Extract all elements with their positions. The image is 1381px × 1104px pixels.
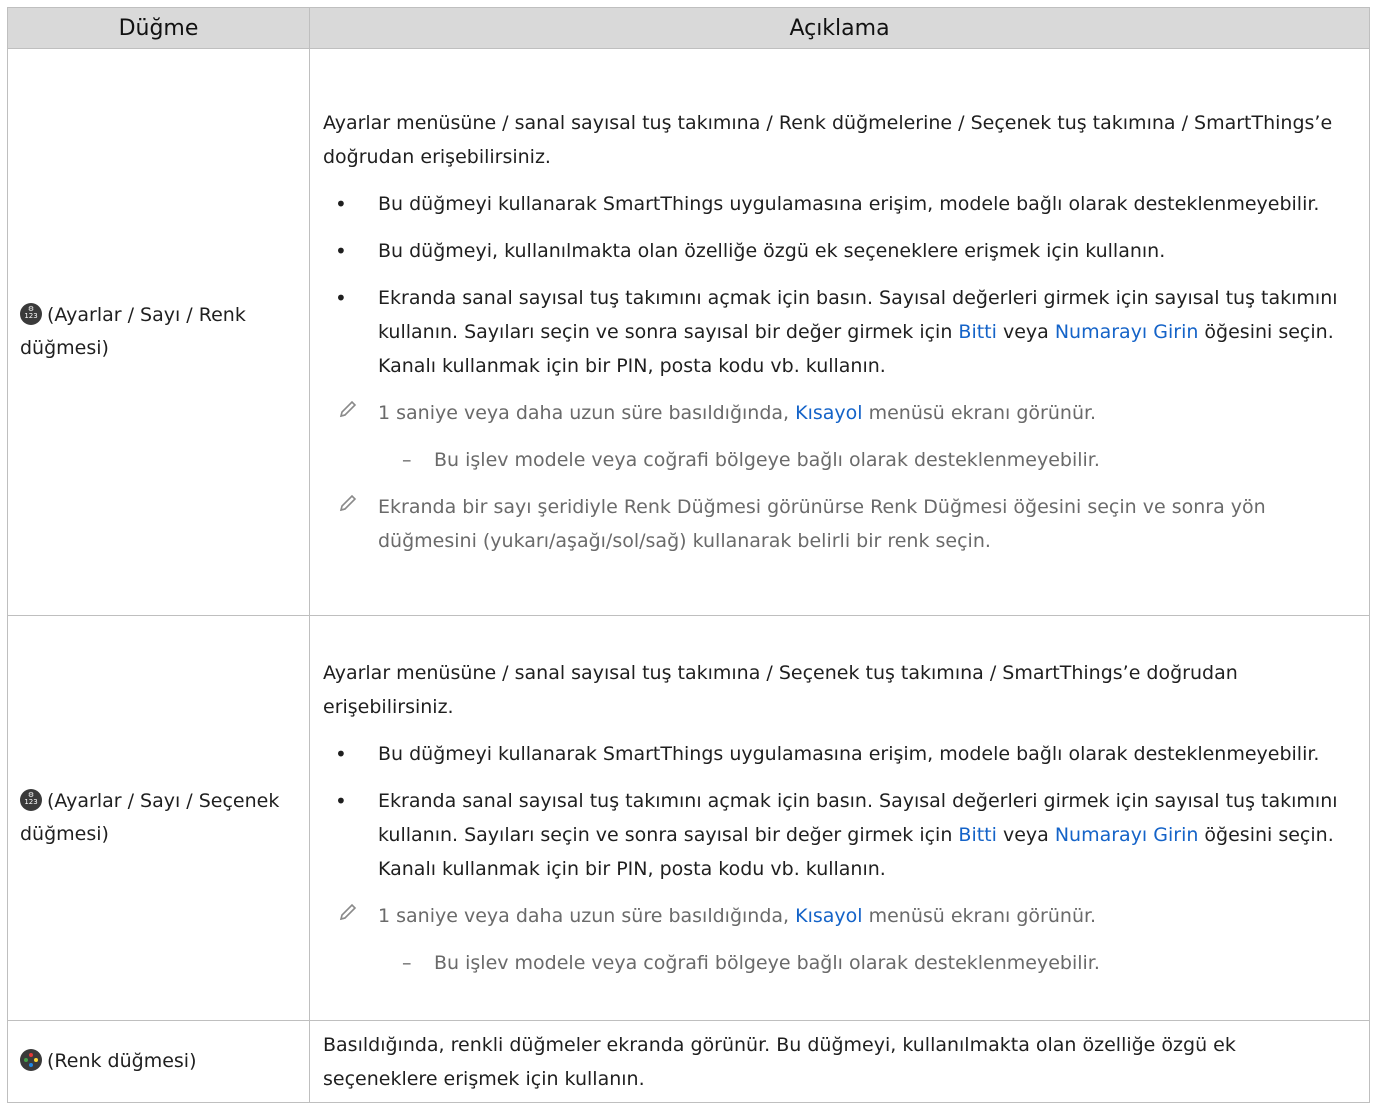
kisayol-link: Kısayol bbox=[795, 402, 863, 424]
table-row: ⚙ 123 (Ayarlar / Sayı / Seçenek düğmesi)… bbox=[7, 615, 1370, 1021]
note: 1 saniye veya daha uzun süre basıldığınd… bbox=[323, 396, 1355, 430]
table-header-row: Düğme Açıklama bbox=[7, 7, 1370, 49]
yellow-dot bbox=[34, 1058, 38, 1062]
description-lead: Basıldığında, renkli düğmeler ekranda gö… bbox=[323, 1033, 1236, 1090]
settings-number-color-icon: ⚙ 123 bbox=[20, 303, 42, 325]
dash-bullet: – bbox=[402, 952, 412, 974]
pencil-note-icon bbox=[339, 400, 357, 418]
note: 1 saniye veya daha uzun süre basıldığınd… bbox=[323, 899, 1355, 933]
sub-note: – Bu işlev modele veya coğrafi bölgeye b… bbox=[323, 443, 1355, 477]
dash-bullet: – bbox=[402, 449, 412, 471]
green-dot bbox=[24, 1058, 28, 1062]
bullet-item: Ekranda sanal sayısal tuş takımını açmak… bbox=[323, 281, 1355, 383]
description-cell: Ayarlar menüsüne / sanal sayısal tuş tak… bbox=[309, 615, 1370, 1021]
table-row: (Renk düğmesi) Basıldığında, renkli düğm… bbox=[7, 1020, 1370, 1103]
numarayi-girin-link: Numarayı Girin bbox=[1054, 321, 1199, 343]
pencil-note-icon bbox=[339, 494, 357, 512]
bullet-item: Bu düğmeyi kullanarak SmartThings uygula… bbox=[323, 737, 1355, 771]
header-button: Düğme bbox=[7, 7, 310, 49]
note: Ekranda bir sayı şeridiyle Renk Düğmesi … bbox=[323, 490, 1355, 558]
description-lead: Ayarlar menüsüne / sanal sayısal tuş tak… bbox=[323, 112, 1333, 168]
bitti-link: Bitti bbox=[958, 321, 997, 343]
table-row: ⚙ 123 (Ayarlar / Sayı / Renk düğmesi) Ay… bbox=[7, 48, 1370, 616]
kisayol-link: Kısayol bbox=[795, 905, 863, 927]
button-cell: ⚙ 123 (Ayarlar / Sayı / Seçenek düğmesi) bbox=[7, 615, 310, 1021]
sub-note: – Bu işlev modele veya coğrafi bölgeye b… bbox=[323, 946, 1355, 980]
button-cell: (Renk düğmesi) bbox=[7, 1020, 310, 1103]
bitti-link: Bitti bbox=[958, 824, 997, 846]
bullet-item: Bu düğmeyi kullanarak SmartThings uygula… bbox=[323, 187, 1355, 221]
header-description: Açıklama bbox=[309, 7, 1370, 49]
pencil-note-icon bbox=[339, 903, 357, 921]
blue-dot bbox=[29, 1063, 33, 1067]
description-lead: Ayarlar menüsüne / sanal sayısal tuş tak… bbox=[323, 662, 1238, 718]
description-cell: Basıldığında, renkli düğmeler ekranda gö… bbox=[309, 1020, 1370, 1103]
button-label: (Ayarlar / Sayı / Seçenek düğmesi) bbox=[20, 790, 280, 845]
color-button-icon bbox=[20, 1049, 42, 1071]
button-table: Düğme Açıklama ⚙ 123 (Ayarlar / Sayı / R… bbox=[7, 7, 1370, 1103]
numarayi-girin-link: Numarayı Girin bbox=[1054, 824, 1199, 846]
bullet-item: Bu düğmeyi, kullanılmakta olan özelliğe … bbox=[323, 234, 1355, 268]
red-dot bbox=[29, 1053, 33, 1057]
description-cell: Ayarlar menüsüne / sanal sayısal tuş tak… bbox=[309, 48, 1370, 616]
bullet-list: Bu düğmeyi kullanarak SmartThings uygula… bbox=[323, 737, 1355, 886]
button-cell: ⚙ 123 (Ayarlar / Sayı / Renk düğmesi) bbox=[7, 48, 310, 616]
button-label: (Ayarlar / Sayı / Renk düğmesi) bbox=[20, 304, 246, 359]
button-label: (Renk düğmesi) bbox=[47, 1050, 197, 1072]
bullet-list: Bu düğmeyi kullanarak SmartThings uygula… bbox=[323, 187, 1355, 383]
settings-number-option-icon: ⚙ 123 bbox=[20, 789, 42, 811]
bullet-item: Ekranda sanal sayısal tuş takımını açmak… bbox=[323, 784, 1355, 886]
